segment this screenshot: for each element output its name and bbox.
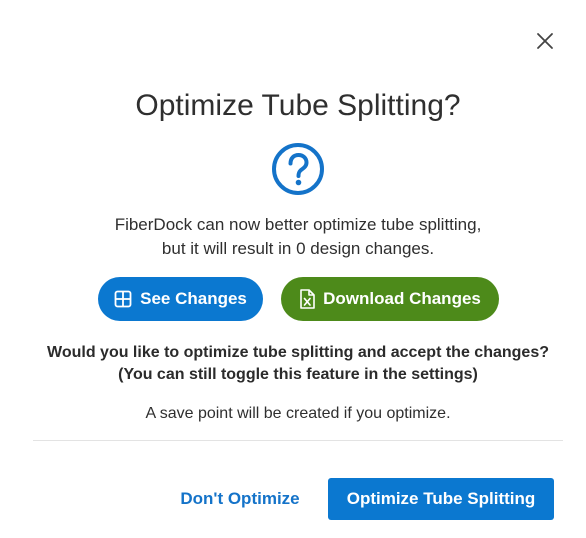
dont-optimize-button[interactable]: Don't Optimize [170, 479, 310, 519]
dialog-title: Optimize Tube Splitting? [135, 89, 461, 122]
description-line-1: FiberDock can now better optimize tube s… [114, 215, 482, 234]
excel-file-icon [299, 289, 315, 309]
question-circle-icon [271, 142, 325, 196]
save-point-note: A save point will be created if you opti… [145, 405, 451, 422]
optimize-button[interactable]: Optimize Tube Splitting [328, 478, 554, 520]
confirm-question: Would you like to optimize tube splittin… [0, 342, 586, 386]
question-line-1: Would you like to optimize tube splittin… [47, 344, 549, 361]
see-changes-label: See Changes [140, 289, 247, 308]
table-icon [114, 290, 132, 308]
description-line-2: but it will result in 0 design changes. [161, 239, 435, 258]
download-changes-label: Download Changes [323, 289, 481, 308]
see-changes-button[interactable]: See Changes [98, 277, 263, 321]
dialog-description: FiberDock can now better optimize tube s… [0, 213, 586, 261]
close-icon[interactable] [534, 30, 556, 52]
download-changes-button[interactable]: Download Changes [281, 277, 499, 321]
question-line-2: (You can still toggle this feature in th… [118, 366, 478, 383]
footer-divider [33, 440, 563, 441]
optimize-dialog: Optimize Tube Splitting? FiberDock can n… [0, 0, 586, 538]
